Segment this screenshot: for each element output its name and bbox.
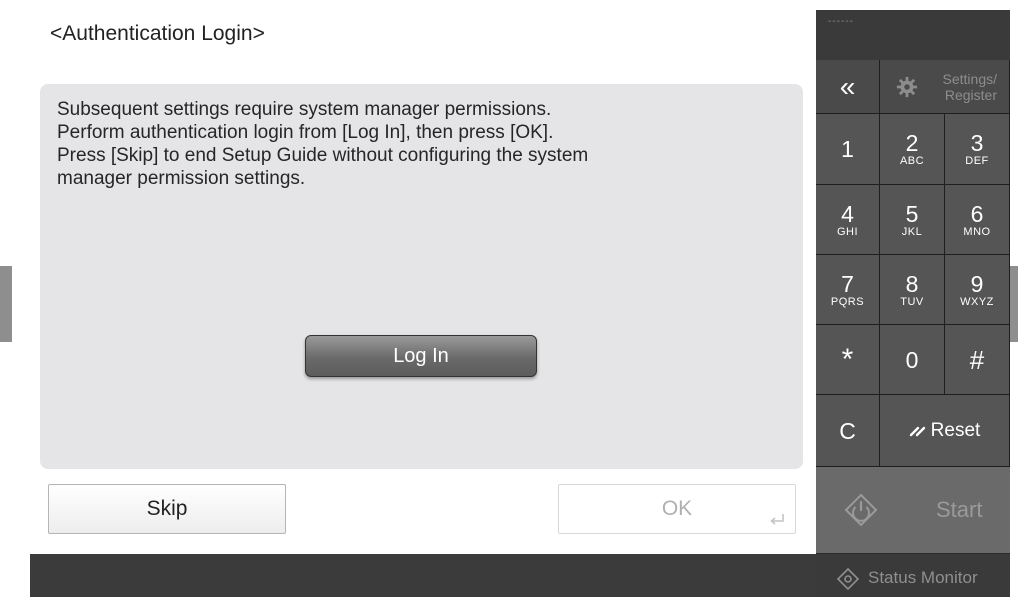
key-letters: MNO	[963, 225, 991, 238]
key-digit: 0	[905, 346, 919, 373]
message-line: manager permission settings.	[57, 168, 306, 189]
message-line: Press [Skip] to end Setup Guide without …	[57, 145, 589, 166]
key-2[interactable]: 2 ABC	[880, 114, 945, 185]
log-in-button[interactable]: Log In	[305, 335, 537, 377]
key-5[interactable]: 5 JKL	[880, 185, 945, 255]
key-asterisk[interactable]: *	[816, 325, 880, 395]
ok-button-label: OK	[661, 497, 693, 520]
key-digit: 3	[970, 130, 984, 156]
key-letters: PQRS	[830, 295, 865, 308]
key-1[interactable]: 1	[816, 114, 880, 185]
gear-icon	[896, 76, 918, 98]
message-box: Subsequent settings require system manag…	[40, 84, 803, 469]
clear-key[interactable]: C	[816, 395, 880, 467]
key-letters: DEF	[965, 155, 989, 167]
clear-label: C	[839, 417, 856, 444]
key-digit: 1	[841, 136, 854, 162]
settings-label-2: Register	[944, 86, 997, 103]
key-digit: 2	[905, 130, 919, 156]
key-8[interactable]: 8 TUV	[880, 255, 945, 325]
key-hash[interactable]: #	[945, 325, 1010, 395]
key-digit: 5	[905, 200, 919, 227]
key-4[interactable]: 4 GHI	[816, 185, 880, 255]
enter-icon	[770, 514, 784, 525]
top-indicator: ------	[828, 16, 854, 27]
start-button[interactable]: Start	[816, 467, 1010, 554]
key-letters: GHI	[836, 225, 859, 238]
screen-title: <Authentication Login>	[50, 22, 265, 45]
keypad-panel: ------ « Settings/ Register 1 2 ABC 3 DE…	[816, 10, 1010, 597]
key-6[interactable]: 6 MNO	[945, 185, 1010, 255]
status-monitor-label: Status Monitor	[868, 568, 978, 587]
key-digit: 9	[970, 270, 984, 297]
left-edge-tab	[0, 266, 12, 342]
message-text: Subsequent settings require system manag…	[57, 98, 777, 190]
key-digit: 8	[905, 270, 919, 297]
right-edge-tab	[1010, 266, 1018, 342]
start-icon	[844, 493, 878, 527]
reset-label: Reset	[930, 419, 981, 441]
key-3[interactable]: 3 DEF	[945, 114, 1010, 185]
key-letters: WXYZ	[960, 295, 994, 308]
key-letters: TUV	[900, 295, 924, 308]
back-icon: «	[839, 70, 856, 102]
skip-button[interactable]: Skip	[48, 484, 286, 534]
key-letters: ABC	[899, 155, 925, 167]
status-monitor-button[interactable]: Status Monitor	[816, 558, 1010, 597]
key-digit: 7	[841, 270, 854, 297]
reset-icon	[909, 426, 925, 436]
key-9[interactable]: 9 WXYZ	[945, 255, 1010, 325]
key-7[interactable]: 7 PQRS	[816, 255, 880, 325]
status-monitor-icon	[836, 567, 860, 591]
key-0[interactable]: 0	[880, 325, 945, 395]
key-digit: 4	[841, 200, 854, 227]
key-digit: 6	[970, 200, 984, 227]
back-button[interactable]: «	[816, 60, 880, 114]
key-digit: #	[969, 344, 985, 375]
main-panel: <Authentication Login> Subsequent settin…	[30, 10, 816, 554]
device-screen: <Authentication Login> Subsequent settin…	[30, 10, 1010, 597]
reset-key[interactable]: Reset	[880, 395, 1010, 467]
settings-label-1: Settings/	[942, 70, 997, 87]
bottom-status-bar	[30, 554, 816, 597]
ok-button[interactable]: OK	[558, 484, 796, 534]
message-line: Perform authentication login from [Log I…	[57, 122, 554, 143]
message-line: Subsequent settings require system manag…	[57, 99, 552, 120]
key-letters: JKL	[901, 225, 923, 238]
start-label: Start	[936, 497, 983, 522]
key-digit: *	[841, 342, 854, 376]
